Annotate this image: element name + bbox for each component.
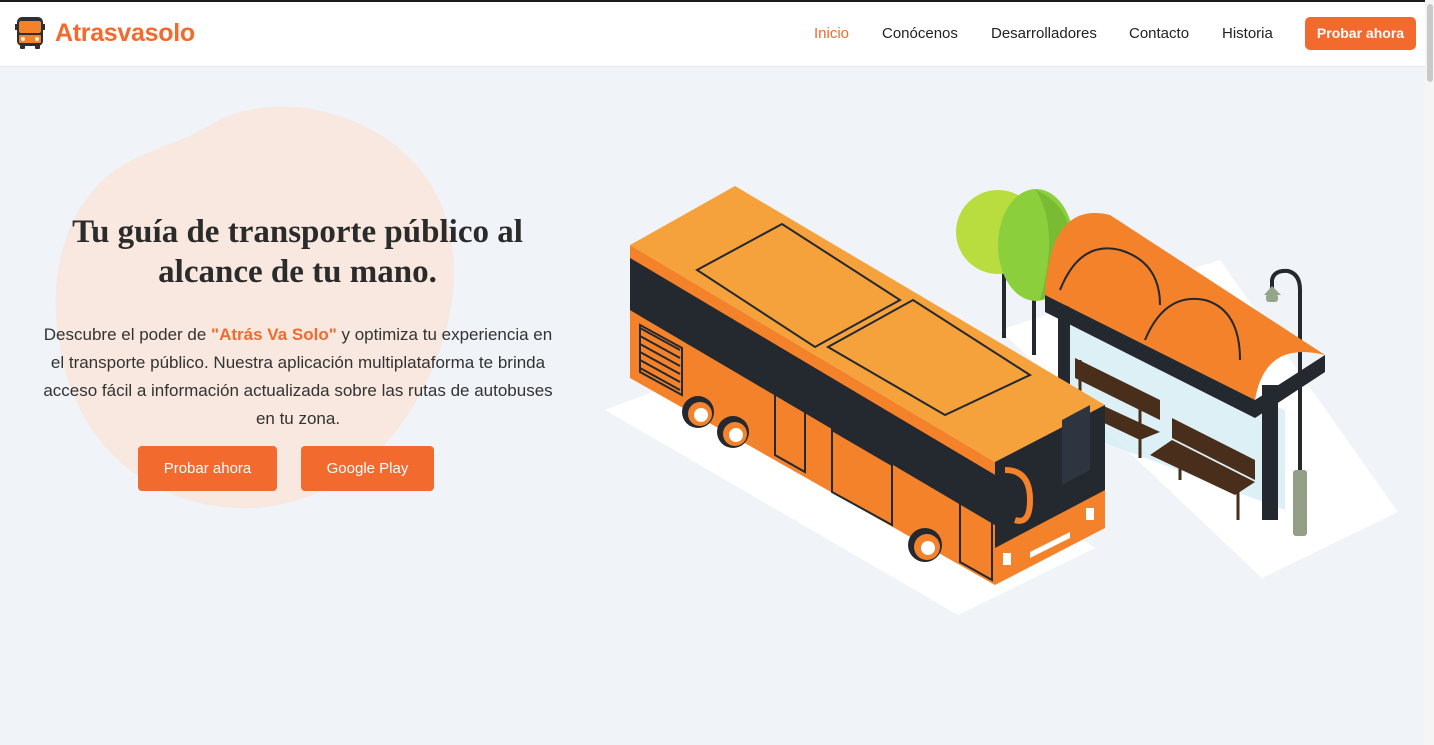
nav-link-inicio[interactable]: Inicio	[814, 25, 849, 42]
hero-text-before: Descubre el poder de	[43, 325, 212, 344]
hero-description: Descubre el poder de "Atrás Va Solo" y o…	[40, 321, 556, 433]
scrollbar-track[interactable]	[1425, 0, 1434, 745]
nav-try-now-button[interactable]: Probar ahora	[1305, 17, 1416, 50]
brand-name: Atrasvasolo	[55, 18, 195, 47]
bus-icon	[15, 17, 45, 49]
nav-link-historia[interactable]: Historia	[1222, 25, 1273, 42]
bus-stop-illustration	[605, 186, 1398, 615]
google-play-button[interactable]: Google Play	[301, 446, 434, 491]
hero-title: Tu guía de transporte público al alcance…	[72, 214, 523, 290]
brand[interactable]: Atrasvasolo	[15, 16, 195, 50]
scrollbar-thumb[interactable]	[1427, 4, 1433, 82]
navbar: Atrasvasolo Inicio Conócenos Desarrollad…	[0, 2, 1425, 67]
nav-link-conocenos[interactable]: Conócenos	[882, 25, 958, 42]
nav-link-desarrolladores[interactable]: Desarrolladores	[991, 25, 1097, 42]
app-name-highlight: "Atrás Va Solo"	[211, 325, 337, 344]
nav-link-contacto[interactable]: Contacto	[1129, 25, 1189, 42]
try-now-button[interactable]: Probar ahora	[138, 446, 277, 491]
